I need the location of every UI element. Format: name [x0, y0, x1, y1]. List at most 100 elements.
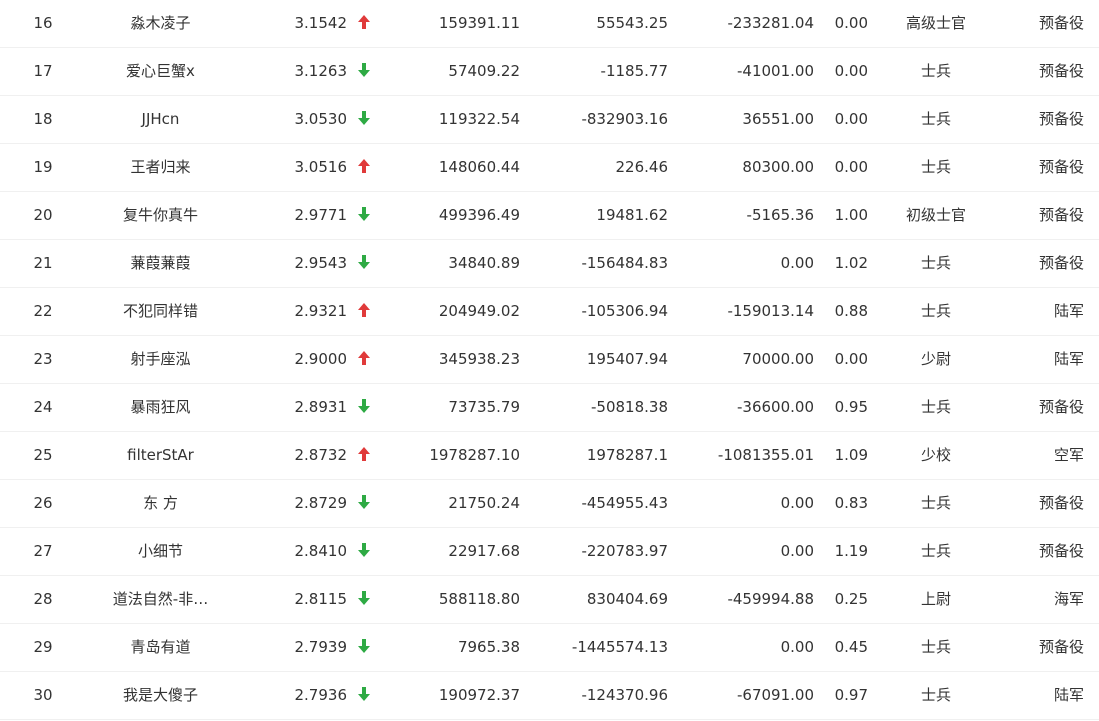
table-row[interactable]: 21 蒹葭蒹葭 2.9543 34840.89 -156484.83 0.00 …: [0, 240, 1099, 288]
value-2-cell: -454955.43: [581, 494, 668, 512]
score-cell: 2.7939: [294, 638, 348, 656]
value-1-cell: 119322.54: [438, 110, 520, 128]
table-row[interactable]: 19 王者归来 3.0516 148060.44 226.46 80300.00…: [0, 144, 1099, 192]
military-rank-cell: 少校: [920, 446, 951, 464]
username-cell[interactable]: 王者归来: [100, 144, 221, 191]
value-2-cell: 226.46: [615, 158, 669, 176]
value-3-cell: -67091.00: [737, 686, 814, 704]
branch-cell: 预备役: [1038, 14, 1084, 32]
table-row[interactable]: 26 东 方 2.8729 21750.24 -454955.43 0.00 0…: [0, 480, 1099, 528]
arrow-up-icon: [352, 336, 376, 383]
branch-cell: 预备役: [1038, 494, 1084, 512]
username-cell[interactable]: 东 方: [100, 480, 221, 527]
arrow-down-icon: [352, 192, 376, 239]
rank-cell: 18: [33, 110, 53, 128]
value-2-cell: 830404.69: [586, 590, 668, 608]
score-cell: 2.8931: [294, 398, 348, 416]
branch-cell: 预备役: [1038, 206, 1084, 224]
value-3-cell: -41001.00: [737, 62, 814, 80]
score-cell: 2.8115: [294, 590, 348, 608]
value-1-cell: 159391.11: [438, 14, 520, 32]
value-1-cell: 57409.22: [448, 62, 520, 80]
table-row[interactable]: 17 爱心巨蟹x 3.1263 57409.22 -1185.77 -41001…: [0, 48, 1099, 96]
table-row[interactable]: 23 射手座泓 2.9000 345938.23 195407.94 70000…: [0, 336, 1099, 384]
username-cell[interactable]: 暴雨狂风: [100, 384, 221, 431]
value-3-cell: -36600.00: [737, 398, 814, 416]
table-row[interactable]: 18 JJHcn 3.0530 119322.54 -832903.16 365…: [0, 96, 1099, 144]
rank-cell: 28: [33, 590, 53, 608]
value-4-cell: 1.09: [834, 446, 868, 464]
username-cell[interactable]: filterStAr: [100, 432, 221, 479]
score-cell: 3.0516: [294, 158, 348, 176]
military-rank-cell: 士兵: [920, 254, 951, 272]
rank-cell: 29: [33, 638, 53, 656]
table-row[interactable]: 24 暴雨狂风 2.8931 73735.79 -50818.38 -36600…: [0, 384, 1099, 432]
arrow-up-icon: [352, 0, 376, 47]
value-1-cell: 34840.89: [448, 254, 520, 272]
table-row[interactable]: 22 不犯同样错 2.9321 204949.02 -105306.94 -15…: [0, 288, 1099, 336]
value-1-cell: 1978287.10: [429, 446, 520, 464]
value-4-cell: 0.00: [834, 350, 868, 368]
score-cell: 2.9321: [294, 302, 348, 320]
branch-cell: 预备役: [1038, 62, 1084, 80]
table-row[interactable]: 20 复牛你真牛 2.9771 499396.49 19481.62 -5165…: [0, 192, 1099, 240]
military-rank-cell: 士兵: [920, 686, 951, 704]
value-1-cell: 73735.79: [448, 398, 520, 416]
military-rank-cell: 士兵: [920, 638, 951, 656]
value-1-cell: 148060.44: [438, 158, 520, 176]
value-2-cell: -50818.38: [591, 398, 668, 416]
military-rank-cell: 士兵: [920, 542, 951, 560]
value-4-cell: 0.00: [834, 158, 868, 176]
username-cell[interactable]: 蒹葭蒹葭: [100, 240, 221, 287]
table-row[interactable]: 16 淼木凌子 3.1542 159391.11 55543.25 -23328…: [0, 0, 1099, 48]
table-row[interactable]: 25 filterStAr 2.8732 1978287.10 1978287.…: [0, 432, 1099, 480]
value-2-cell: -124370.96: [581, 686, 668, 704]
value-2-cell: -832903.16: [581, 110, 668, 128]
rank-cell: 21: [33, 254, 53, 272]
username-cell[interactable]: 射手座泓: [100, 336, 221, 383]
rank-cell: 26: [33, 494, 53, 512]
value-4-cell: 1.19: [834, 542, 868, 560]
value-4-cell: 0.25: [834, 590, 868, 608]
score-cell: 2.7936: [294, 686, 348, 704]
score-cell: 2.8732: [294, 446, 348, 464]
table-row[interactable]: 29 青岛有道 2.7939 7965.38 -1445574.13 0.00 …: [0, 624, 1099, 672]
username-cell[interactable]: 淼木凌子: [100, 0, 221, 47]
value-4-cell: 0.88: [834, 302, 868, 320]
table-row[interactable]: 27 小细节 2.8410 22917.68 -220783.97 0.00 1…: [0, 528, 1099, 576]
value-2-cell: 1978287.1: [586, 446, 668, 464]
rank-cell: 23: [33, 350, 53, 368]
value-4-cell: 1.02: [834, 254, 868, 272]
username-cell[interactable]: 我是大傻子: [100, 672, 221, 719]
value-1-cell: 21750.24: [448, 494, 520, 512]
score-cell: 3.1542: [294, 14, 348, 32]
value-1-cell: 190972.37: [438, 686, 520, 704]
username-cell[interactable]: 青岛有道: [100, 624, 221, 671]
score-cell: 2.8729: [294, 494, 348, 512]
table-row[interactable]: 28 道法自然-非… 2.8115 588118.80 830404.69 -4…: [0, 576, 1099, 624]
table-row[interactable]: 30 我是大傻子 2.7936 190972.37 -124370.96 -67…: [0, 672, 1099, 720]
value-1-cell: 204949.02: [438, 302, 520, 320]
arrow-down-icon: [352, 384, 376, 431]
branch-cell: 预备役: [1038, 398, 1084, 416]
rank-cell: 16: [33, 14, 53, 32]
arrow-down-icon: [352, 480, 376, 527]
username-cell[interactable]: 复牛你真牛: [100, 192, 221, 239]
username-cell[interactable]: 道法自然-非…: [100, 576, 221, 623]
value-3-cell: -459994.88: [727, 590, 814, 608]
username-cell[interactable]: 爱心巨蟹x: [100, 48, 221, 95]
branch-cell: 预备役: [1038, 158, 1084, 176]
value-2-cell: -220783.97: [581, 542, 668, 560]
value-3-cell: 36551.00: [742, 110, 814, 128]
username-cell[interactable]: 不犯同样错: [100, 288, 221, 335]
branch-cell: 预备役: [1038, 638, 1084, 656]
military-rank-cell: 初级士官: [905, 206, 966, 224]
rank-cell: 27: [33, 542, 53, 560]
ranking-table: 16 淼木凌子 3.1542 159391.11 55543.25 -23328…: [0, 0, 1099, 721]
username-cell[interactable]: JJHcn: [100, 96, 221, 143]
arrow-down-icon: [352, 240, 376, 287]
username-cell[interactable]: 小细节: [100, 528, 221, 575]
military-rank-cell: 士兵: [920, 494, 951, 512]
military-rank-cell: 高级士官: [905, 14, 966, 32]
value-2-cell: -1185.77: [600, 62, 668, 80]
